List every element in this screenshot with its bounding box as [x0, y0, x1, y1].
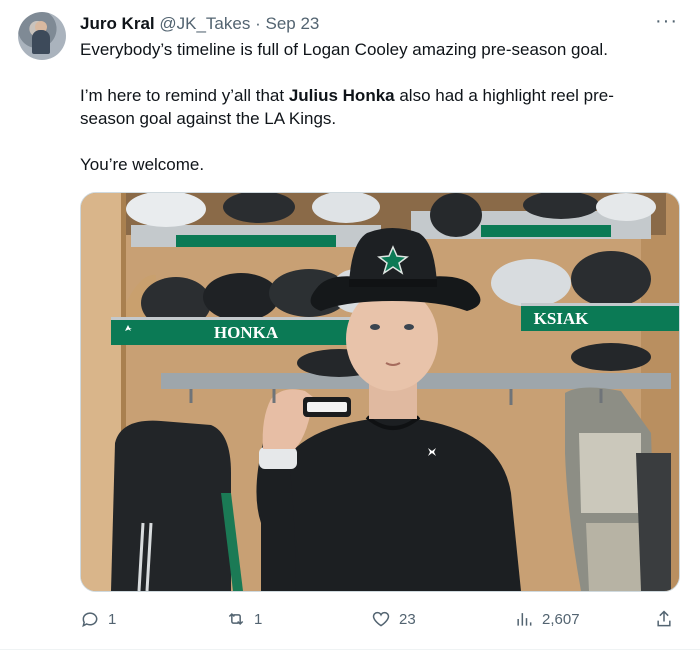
- reply-button[interactable]: 1: [80, 604, 116, 634]
- reply-count: 1: [108, 610, 117, 628]
- tweet-paragraph-2: I’m here to remind y’all that Julius Hon…: [80, 84, 665, 130]
- wrist-tape: [259, 447, 297, 469]
- tweet-date[interactable]: Sep 23: [265, 14, 319, 33]
- share-button[interactable]: [654, 604, 674, 634]
- nameplate-right-text: KSIAK: [534, 309, 590, 328]
- like-count: 23: [399, 610, 416, 628]
- tweet-paragraph-3: You’re welcome.: [80, 155, 205, 174]
- avatar-figure: [32, 30, 50, 54]
- views-chart-icon: [517, 613, 532, 626]
- tweet[interactable]: Juro Kral @JK_Takes · Sep 23 ··· Everybo…: [0, 0, 700, 650]
- repost-icon: [228, 612, 244, 626]
- views-button[interactable]: 2,607: [514, 604, 580, 634]
- author-handle[interactable]: @JK_Takes: [159, 14, 250, 33]
- repost-button[interactable]: 1: [226, 604, 262, 634]
- author-avatar[interactable]: [18, 12, 66, 60]
- tweet-header: Juro Kral @JK_Takes · Sep 23: [80, 13, 319, 35]
- locker-room-photo: HONKA KSIAK: [81, 193, 679, 591]
- view-count: 2,607: [542, 610, 580, 628]
- like-button[interactable]: 23: [371, 604, 416, 634]
- tweet-paragraph-1: Everybody’s timeline is full of Logan Co…: [80, 40, 608, 59]
- reply-icon: [82, 612, 98, 628]
- player-shirt: [261, 419, 521, 591]
- author-name[interactable]: Juro Kral: [80, 14, 155, 33]
- hanging-jacket: [111, 420, 231, 591]
- heart-icon: [372, 611, 390, 627]
- player-face: [346, 287, 438, 391]
- tweet-actions: 1 1 23 2,607: [80, 604, 680, 634]
- paragraph-2-start: I’m here to remind y’all that: [80, 86, 289, 105]
- tweet-text: Everybody’s timeline is full of Logan Co…: [80, 38, 665, 176]
- share-icon: [657, 610, 671, 627]
- repost-count: 1: [254, 610, 263, 628]
- tweet-photo[interactable]: HONKA KSIAK: [80, 192, 680, 592]
- bold-player-name: Julius Honka: [288, 86, 395, 105]
- header-separator: ·: [255, 14, 261, 33]
- more-options-icon[interactable]: ···: [655, 10, 678, 33]
- nameplate-left-text: HONKA: [214, 323, 279, 342]
